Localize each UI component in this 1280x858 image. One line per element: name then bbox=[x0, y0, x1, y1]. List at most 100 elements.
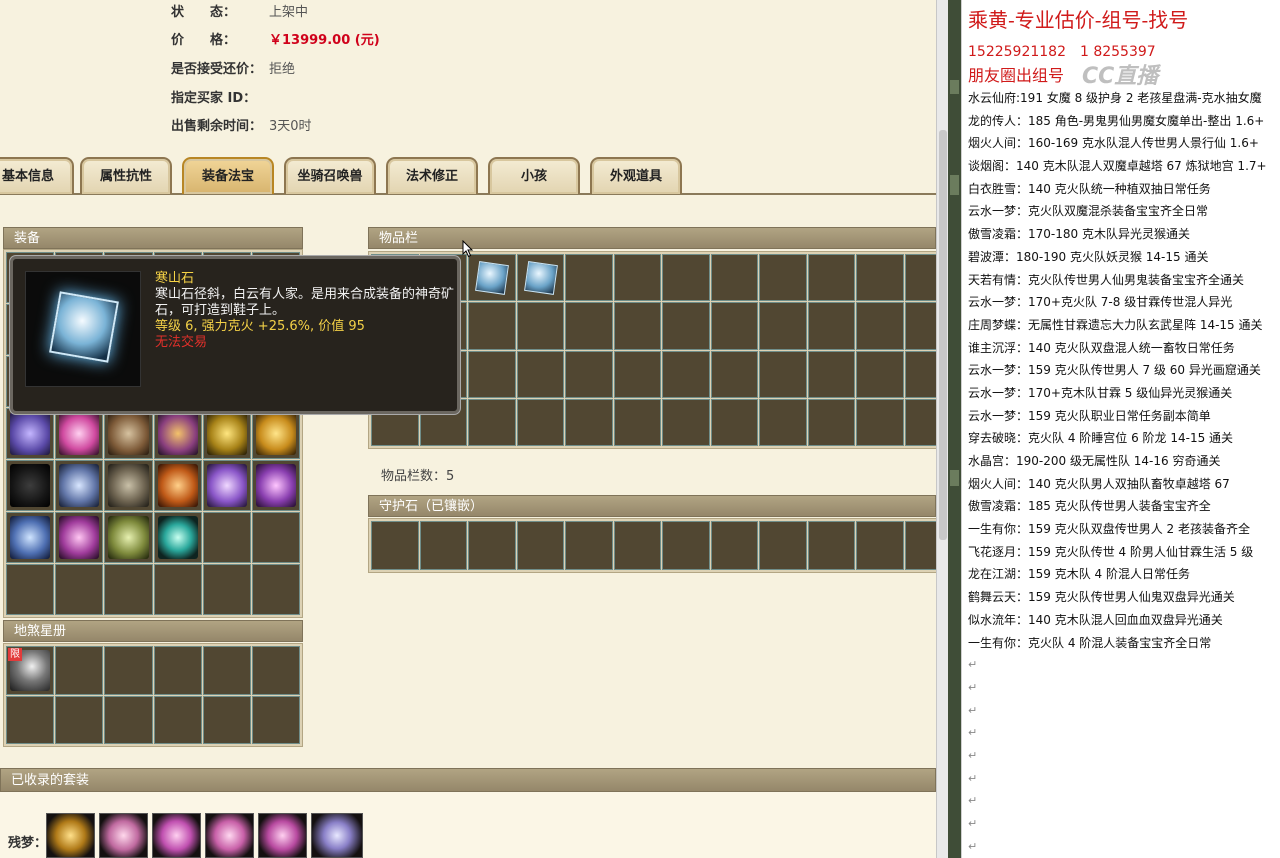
star-book-slot[interactable] bbox=[55, 646, 104, 695]
inventory-slot[interactable] bbox=[759, 398, 807, 446]
inventory-slot[interactable] bbox=[856, 398, 904, 446]
equipment-slot[interactable] bbox=[55, 564, 104, 615]
suit-item[interactable] bbox=[311, 813, 363, 858]
inventory-slot[interactable] bbox=[807, 398, 855, 446]
star-book-slot[interactable] bbox=[55, 695, 104, 744]
equipment-item[interactable] bbox=[251, 408, 300, 459]
guard-stone-slot[interactable] bbox=[371, 521, 419, 570]
tab-basic-info[interactable]: 基本信息 bbox=[0, 157, 74, 194]
equipment-item[interactable] bbox=[153, 460, 202, 511]
inventory-slot[interactable] bbox=[662, 350, 710, 398]
equipment-slot[interactable] bbox=[6, 564, 55, 615]
equipment-item[interactable] bbox=[104, 408, 153, 459]
page-scrollbar[interactable] bbox=[936, 0, 948, 858]
inventory-slot[interactable] bbox=[613, 254, 661, 302]
inventory-slot[interactable] bbox=[565, 302, 613, 350]
inventory-slot[interactable] bbox=[710, 254, 758, 302]
equipment-item[interactable] bbox=[202, 460, 251, 511]
star-book-slot[interactable] bbox=[251, 695, 300, 744]
inventory-slot[interactable] bbox=[710, 302, 758, 350]
guard-stone-slot[interactable] bbox=[565, 521, 613, 570]
equipment-item[interactable] bbox=[6, 460, 55, 511]
tab-children[interactable]: 小孩 bbox=[488, 157, 580, 194]
guard-stone-slot[interactable] bbox=[759, 521, 807, 570]
inventory-slot[interactable] bbox=[565, 254, 613, 302]
inventory-slot[interactable] bbox=[904, 398, 936, 446]
equipment-item[interactable] bbox=[202, 408, 251, 459]
inventory-slot[interactable] bbox=[516, 350, 564, 398]
inventory-slot[interactable] bbox=[613, 302, 661, 350]
tab-equipment[interactable]: 装备法宝 bbox=[182, 157, 274, 194]
guard-stone-slot[interactable] bbox=[856, 521, 904, 570]
guard-stone-slot[interactable] bbox=[807, 521, 855, 570]
inventory-slot[interactable] bbox=[856, 254, 904, 302]
guard-stone-slot[interactable] bbox=[904, 521, 936, 570]
star-book-slot[interactable] bbox=[104, 695, 153, 744]
inventory-slot[interactable] bbox=[710, 350, 758, 398]
inventory-slot[interactable] bbox=[613, 350, 661, 398]
inventory-slot[interactable] bbox=[904, 350, 936, 398]
star-book-slot[interactable] bbox=[153, 646, 202, 695]
equipment-item[interactable] bbox=[153, 512, 202, 563]
tab-appearance-items[interactable]: 外观道具 bbox=[590, 157, 682, 194]
equipment-item[interactable] bbox=[6, 408, 55, 459]
star-book-slot[interactable] bbox=[153, 695, 202, 744]
equipment-item[interactable] bbox=[104, 512, 153, 563]
equipment-slot[interactable] bbox=[202, 512, 251, 563]
inventory-slot[interactable] bbox=[904, 254, 936, 302]
star-book-slot[interactable] bbox=[202, 695, 251, 744]
inventory-slot[interactable] bbox=[565, 398, 613, 446]
inventory-slot[interactable] bbox=[662, 254, 710, 302]
inventory-item[interactable] bbox=[468, 254, 516, 302]
inventory-slot[interactable] bbox=[710, 398, 758, 446]
guard-stone-slot[interactable] bbox=[613, 521, 661, 570]
suit-item[interactable] bbox=[205, 813, 254, 858]
suit-item[interactable] bbox=[46, 813, 95, 858]
equipment-item[interactable] bbox=[153, 408, 202, 459]
scrollbar-thumb[interactable] bbox=[939, 130, 947, 540]
inventory-slot[interactable] bbox=[516, 398, 564, 446]
guard-stone-slot[interactable] bbox=[662, 521, 710, 570]
inventory-slot[interactable] bbox=[662, 302, 710, 350]
inventory-slot[interactable] bbox=[759, 302, 807, 350]
inventory-slot[interactable] bbox=[807, 302, 855, 350]
equipment-slot[interactable] bbox=[251, 512, 300, 563]
star-book-item[interactable]: 限 bbox=[6, 646, 55, 695]
inventory-slot[interactable] bbox=[759, 350, 807, 398]
inventory-slot[interactable] bbox=[904, 302, 936, 350]
guard-stone-slot[interactable] bbox=[468, 521, 516, 570]
tab-attributes[interactable]: 属性抗性 bbox=[80, 157, 172, 194]
inventory-slot[interactable] bbox=[565, 350, 613, 398]
suit-item[interactable] bbox=[99, 813, 148, 858]
star-book-slot[interactable] bbox=[6, 695, 55, 744]
inventory-slot[interactable] bbox=[807, 254, 855, 302]
equipment-item[interactable] bbox=[104, 460, 153, 511]
inventory-slot[interactable] bbox=[468, 398, 516, 446]
suit-item[interactable] bbox=[258, 813, 307, 858]
equipment-slot[interactable] bbox=[153, 564, 202, 615]
inventory-slot[interactable] bbox=[516, 302, 564, 350]
tab-mounts-pets[interactable]: 坐骑召唤兽 bbox=[284, 157, 376, 194]
star-book-slot[interactable] bbox=[202, 646, 251, 695]
guard-stone-slot[interactable] bbox=[710, 521, 758, 570]
tab-spell-correction[interactable]: 法术修正 bbox=[386, 157, 478, 194]
equipment-item[interactable] bbox=[55, 512, 104, 563]
inventory-slot[interactable] bbox=[856, 302, 904, 350]
guard-stone-slot[interactable] bbox=[419, 521, 467, 570]
suit-item[interactable] bbox=[152, 813, 201, 858]
equipment-slot[interactable] bbox=[251, 564, 300, 615]
star-book-slot[interactable] bbox=[104, 646, 153, 695]
inventory-slot[interactable] bbox=[613, 398, 661, 446]
equipment-item[interactable] bbox=[55, 408, 104, 459]
inventory-slot[interactable] bbox=[856, 350, 904, 398]
equipment-item[interactable] bbox=[6, 512, 55, 563]
star-book-slot[interactable] bbox=[251, 646, 300, 695]
inventory-slot[interactable] bbox=[468, 302, 516, 350]
equipment-item[interactable] bbox=[251, 460, 300, 511]
inventory-item[interactable] bbox=[516, 254, 564, 302]
equipment-slot[interactable] bbox=[202, 564, 251, 615]
equipment-slot[interactable] bbox=[104, 564, 153, 615]
inventory-slot[interactable] bbox=[468, 350, 516, 398]
inventory-slot[interactable] bbox=[662, 398, 710, 446]
equipment-item[interactable] bbox=[55, 460, 104, 511]
